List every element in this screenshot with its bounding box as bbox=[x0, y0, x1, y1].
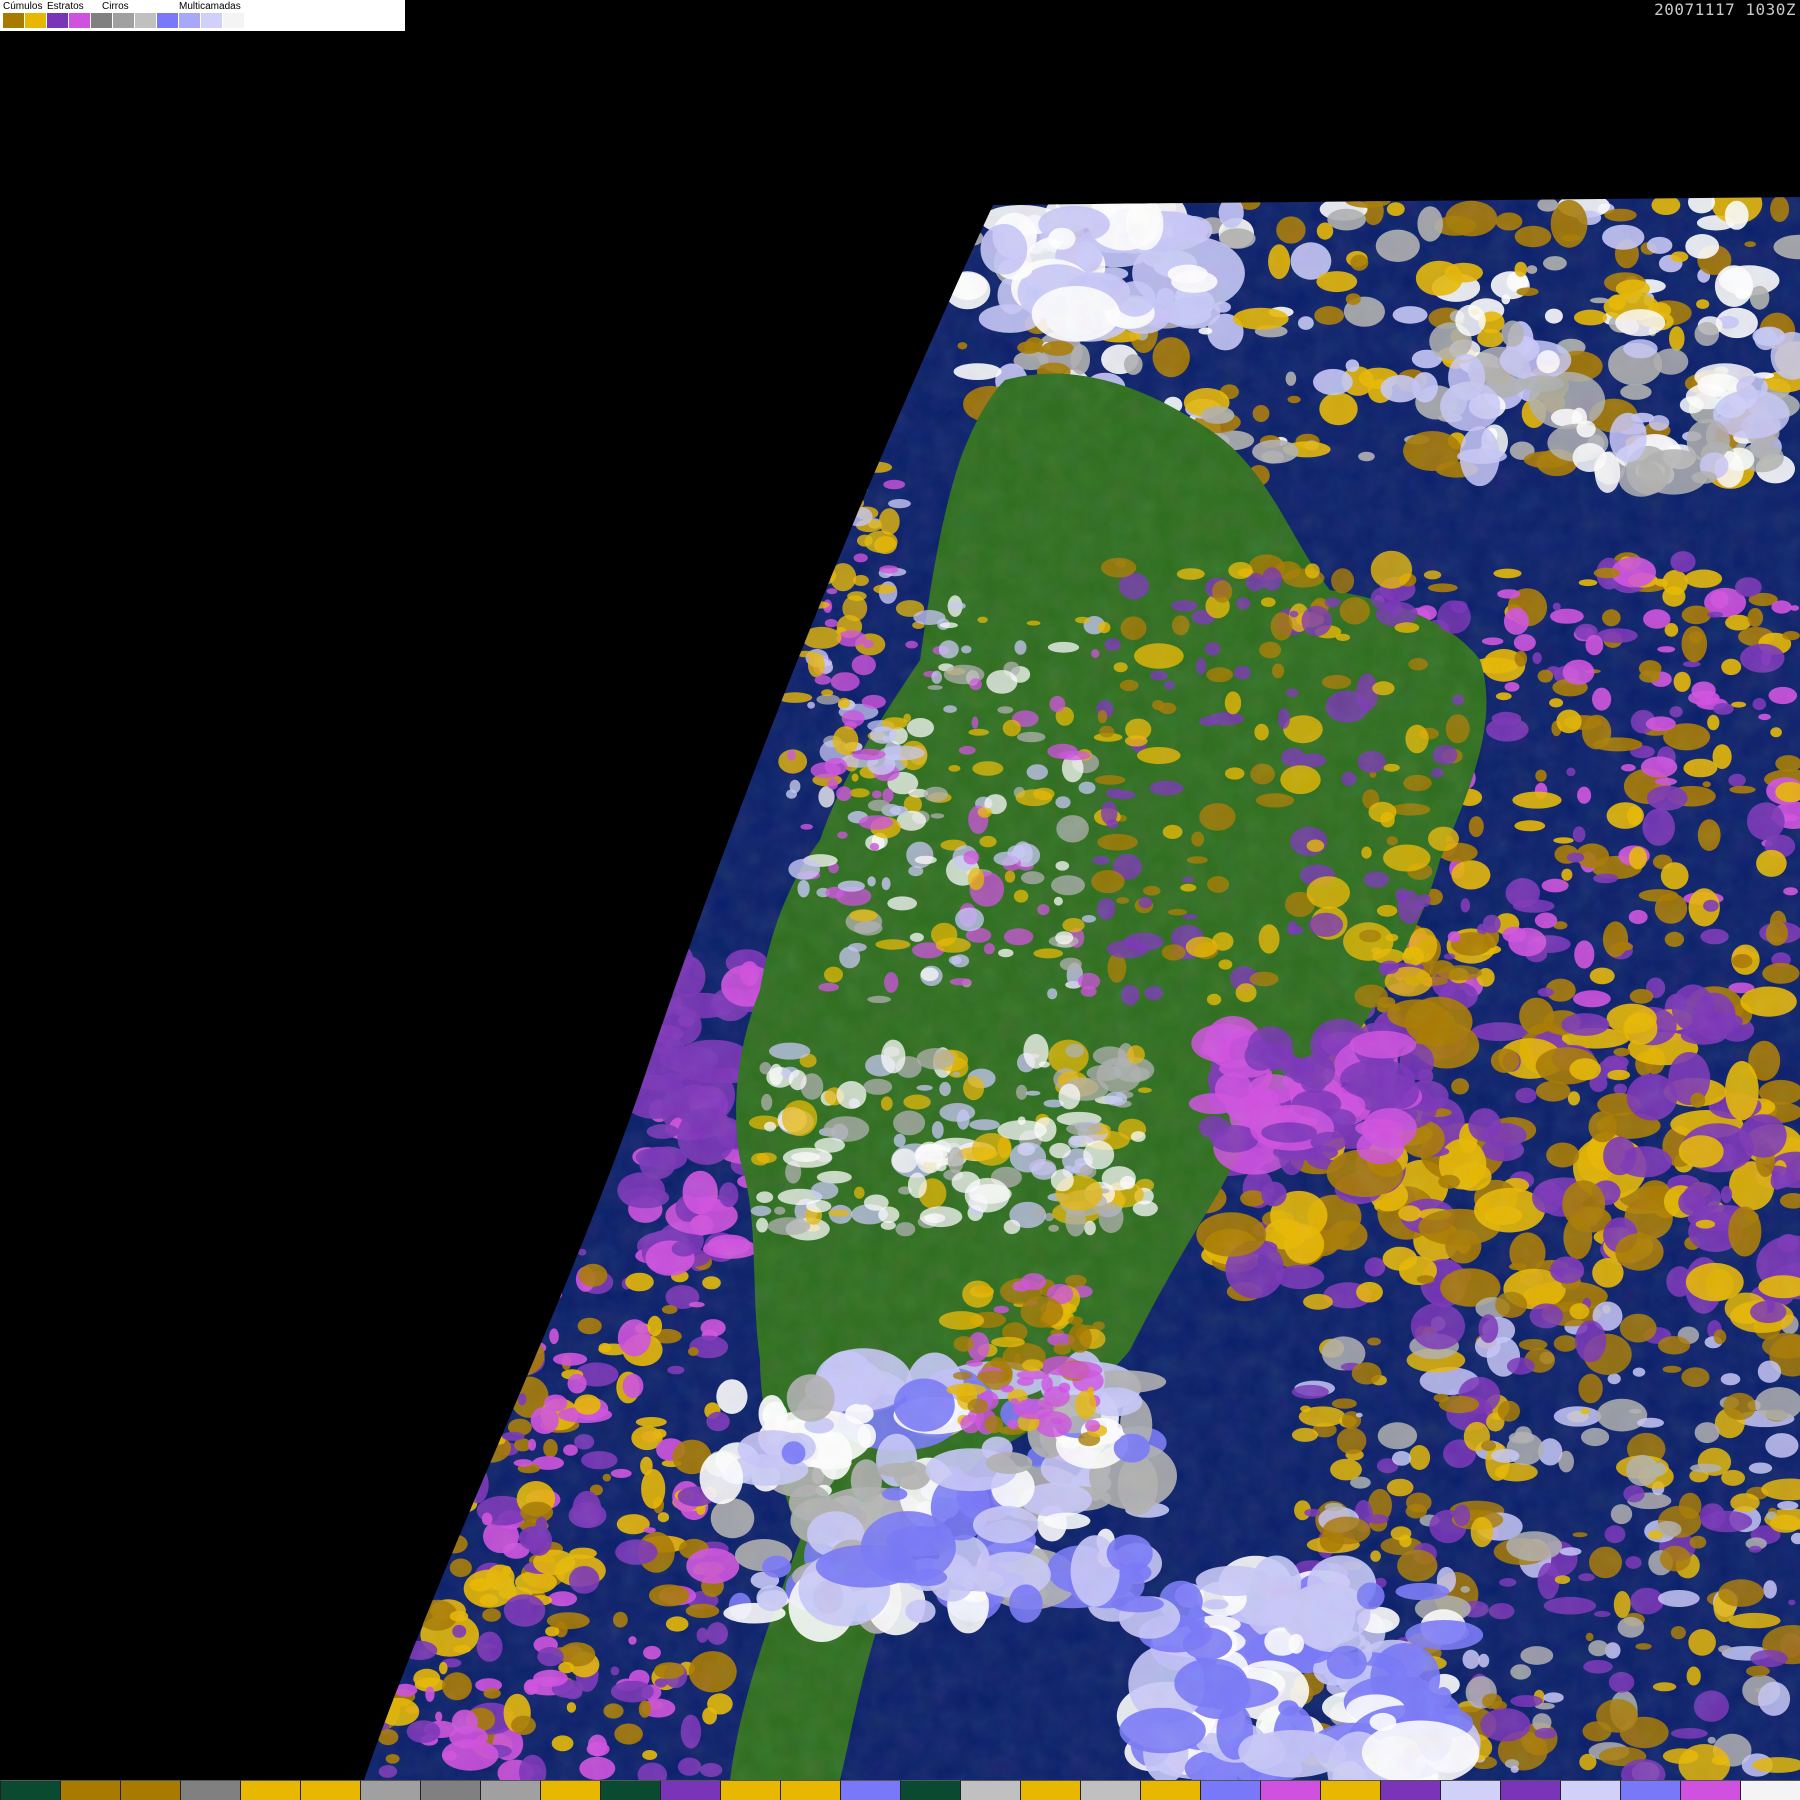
color-index-cell bbox=[600, 1780, 660, 1800]
color-index-cell bbox=[420, 1780, 480, 1800]
legend-swatch bbox=[179, 13, 201, 28]
color-index-cell bbox=[780, 1780, 840, 1800]
legend-label: Multicamadas bbox=[179, 1, 241, 12]
legend-swatch bbox=[69, 13, 91, 28]
color-index-cell bbox=[60, 1780, 120, 1800]
legend-label: Estratos bbox=[47, 1, 84, 12]
cloud-type-legend: Cúmulos Estratos Cirros Multicamadas bbox=[0, 0, 405, 31]
color-index-cell bbox=[1080, 1780, 1140, 1800]
legend-label: Cirros bbox=[102, 1, 129, 12]
color-index-cell bbox=[1020, 1780, 1080, 1800]
satellite-cloud-map bbox=[0, 0, 1800, 1800]
color-index-cell bbox=[1680, 1780, 1740, 1800]
legend-swatch bbox=[135, 13, 157, 28]
color-index-cell bbox=[660, 1780, 720, 1800]
color-index-cell bbox=[960, 1780, 1020, 1800]
color-index-cell bbox=[1500, 1780, 1560, 1800]
color-index-cell bbox=[1740, 1780, 1800, 1800]
color-index-cell bbox=[1260, 1780, 1320, 1800]
legend-swatch bbox=[223, 13, 245, 28]
color-index-cell bbox=[1380, 1780, 1440, 1800]
color-index-cell bbox=[1320, 1780, 1380, 1800]
legend-swatch bbox=[47, 13, 69, 28]
color-index-cell bbox=[1440, 1780, 1500, 1800]
color-index-cell bbox=[180, 1780, 240, 1800]
color-index-cell bbox=[480, 1780, 540, 1800]
color-index-cell bbox=[240, 1780, 300, 1800]
color-index-cell bbox=[1140, 1780, 1200, 1800]
color-index-cell bbox=[1200, 1780, 1260, 1800]
color-index-bar bbox=[0, 1780, 1800, 1800]
legend-label: Cúmulos bbox=[3, 1, 43, 12]
color-index-cell bbox=[120, 1780, 180, 1800]
legend-swatch bbox=[25, 13, 47, 28]
color-index-cell bbox=[1560, 1780, 1620, 1800]
legend-swatch bbox=[3, 13, 25, 28]
color-index-cell bbox=[0, 1780, 60, 1800]
color-index-cell bbox=[300, 1780, 360, 1800]
color-index-cell bbox=[720, 1780, 780, 1800]
legend-swatch bbox=[157, 13, 179, 28]
color-index-cell bbox=[900, 1780, 960, 1800]
image-timestamp: 20071117 1030Z bbox=[1654, 0, 1796, 19]
legend-swatch bbox=[91, 13, 113, 28]
legend-swatch bbox=[201, 13, 223, 28]
color-index-cell bbox=[1620, 1780, 1680, 1800]
color-index-cell bbox=[540, 1780, 600, 1800]
color-index-cell bbox=[360, 1780, 420, 1800]
color-index-cell bbox=[840, 1780, 900, 1800]
legend-swatch bbox=[113, 13, 135, 28]
